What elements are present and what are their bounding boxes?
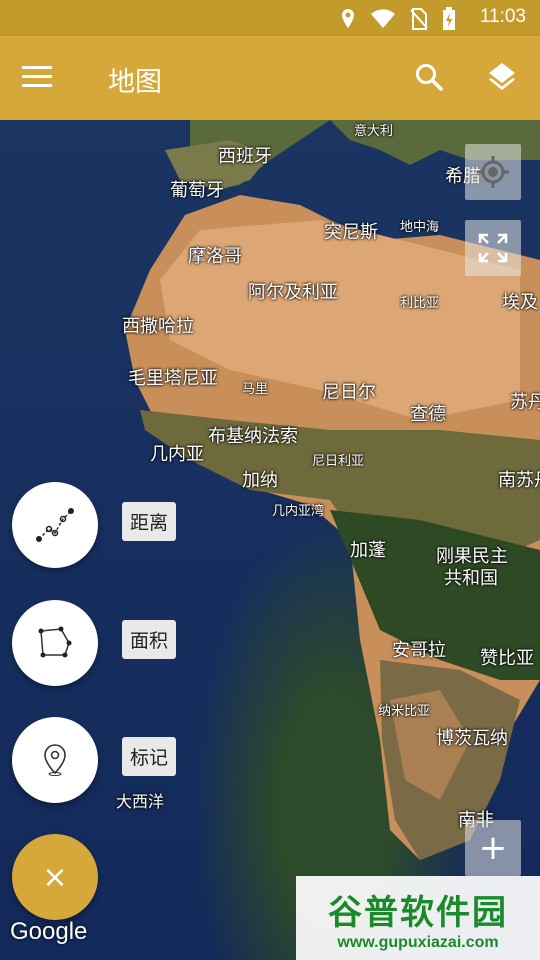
- wifi-icon: [371, 9, 395, 28]
- place-label: 埃及: [502, 292, 538, 313]
- zoom-in-label: +: [478, 828, 508, 868]
- place-label: 加纳: [242, 470, 278, 491]
- distance-tool-button[interactable]: [12, 482, 98, 568]
- place-label: 安哥拉: [392, 640, 446, 661]
- place-label: 苏丹: [510, 392, 540, 413]
- place-label: 尼日尔: [322, 382, 376, 403]
- my-location-button[interactable]: [465, 144, 521, 200]
- place-label: 葡萄牙: [170, 180, 224, 201]
- marker-tool-button[interactable]: [12, 717, 98, 803]
- fullscreen-icon: [478, 233, 508, 263]
- menu-button[interactable]: [20, 60, 60, 96]
- layers-icon: [489, 63, 515, 90]
- place-label: 意大利: [354, 124, 394, 139]
- page-title: 地图: [108, 67, 162, 98]
- fullscreen-button[interactable]: [465, 220, 521, 276]
- place-label: 摩洛哥: [188, 246, 242, 267]
- place-label: 查德: [410, 404, 446, 425]
- place-label: 突尼斯: [324, 222, 378, 243]
- map-pin-icon: [44, 744, 66, 776]
- distance-path-icon: [36, 508, 74, 542]
- location-icon: [342, 9, 354, 28]
- menu-icon: [22, 66, 52, 87]
- place-label: 大西洋: [116, 792, 165, 811]
- place-label: 尼日利亚: [312, 454, 365, 469]
- status-bar: 11:03: [0, 0, 540, 36]
- watermark: 谷普软件园 www.gupuxiazai.com: [296, 876, 540, 960]
- google-logo: Google: [10, 918, 88, 945]
- layers-button[interactable]: [486, 60, 526, 100]
- status-icons: [340, 7, 456, 31]
- watermark-url: www.gupuxiazai.com: [337, 933, 499, 951]
- close-tools-button[interactable]: ×: [12, 834, 98, 920]
- place-label: 博茨瓦纳: [436, 728, 508, 749]
- place-label: 西班牙: [218, 146, 272, 167]
- place-label: 几内亚: [150, 444, 204, 465]
- place-label: 马里: [242, 382, 269, 397]
- zoom-in-button[interactable]: +: [465, 820, 521, 876]
- place-label: 利比亚: [400, 296, 440, 311]
- place-label: 加蓬: [350, 540, 386, 561]
- distance-tool-label[interactable]: 距离: [122, 502, 177, 541]
- place-label: 西撒哈拉: [122, 316, 194, 337]
- watermark-title: 谷普软件园: [328, 892, 508, 933]
- place-label: 几内亚湾: [272, 504, 325, 519]
- place-label: 地中海: [400, 220, 440, 235]
- area-tool-label[interactable]: 面积: [122, 620, 177, 659]
- marker-tool-label[interactable]: 标记: [122, 737, 177, 776]
- place-label: 毛里塔尼亚: [128, 368, 218, 389]
- my-location-icon: [477, 156, 509, 188]
- battery-charging-icon: [443, 7, 455, 30]
- app-toolbar: 地图: [0, 36, 540, 120]
- area-polygon-icon: [38, 626, 72, 658]
- area-tool-button[interactable]: [12, 600, 98, 686]
- place-label: 共和国: [444, 568, 498, 589]
- place-label: 布基纳法索: [208, 426, 298, 447]
- place-label: 纳米比亚: [378, 704, 431, 719]
- place-label: 赞比亚: [480, 648, 534, 669]
- search-icon: [416, 64, 444, 92]
- place-label: 南苏丹: [498, 470, 540, 491]
- search-button[interactable]: [414, 62, 450, 98]
- close-icon: ×: [42, 859, 68, 895]
- no-sim-icon: [410, 8, 428, 30]
- place-label: 阿尔及利亚: [248, 282, 338, 303]
- status-time: 11:03: [479, 6, 526, 27]
